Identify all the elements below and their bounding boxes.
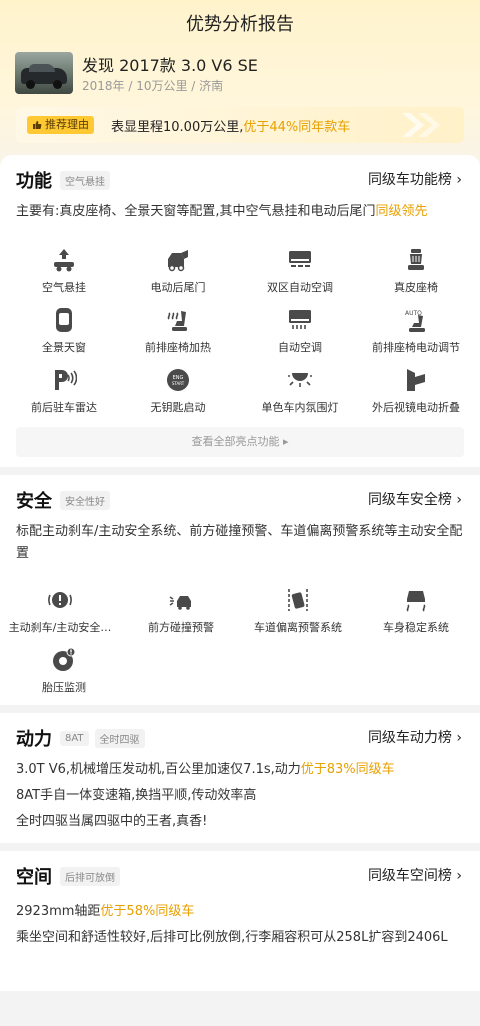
auto-ac-icon — [289, 310, 311, 329]
chevron-deco-icon — [402, 113, 440, 137]
feature-label: 主动刹车/主动安全… — [8, 621, 112, 634]
power-line-2: 8AT手自一体变速箱,换挡平顺,传动效率高 — [16, 788, 257, 803]
function-desc: 主要有:真皮座椅、全景天窗等配置,其中空气悬挂和电动后尾门同级领先 — [16, 201, 466, 223]
thumbs-up-icon — [33, 121, 42, 129]
space-rank-link[interactable]: 同级车空间榜 › — [368, 865, 462, 885]
tire-pressure-icon — [53, 647, 76, 671]
feature-active-brake[interactable]: 主动刹车/主动安全… — [0, 587, 120, 635]
seat-heating-icon — [167, 311, 187, 331]
panoramic-sunroof-icon — [56, 308, 72, 332]
leather-seat-icon — [408, 249, 424, 270]
ambient-light-icon — [288, 373, 312, 387]
reason-tag: 推荐理由 — [27, 116, 94, 134]
feature-leather-seat[interactable]: 真皮座椅 — [356, 247, 476, 295]
feature-ambient-light[interactable]: 单色车内氛围灯 — [240, 367, 360, 415]
power-line-1: 3.0T V6,机械增压发动机,百公里加速仅7.1s,动力优于83%同级车 — [16, 759, 466, 781]
safety-tag: 安全性好 — [60, 490, 110, 510]
lane-departure-icon — [288, 589, 308, 611]
feature-auto-ac[interactable]: 自动空调 — [240, 307, 360, 355]
feature-collision-warning[interactable]: 前方碰撞预警 — [121, 587, 241, 635]
power-card: 动力 8AT 全时四驱 同级车动力榜 › 3.0T V6,机械增压发动机,百公里… — [0, 713, 480, 843]
function-tag: 空气悬挂 — [60, 170, 110, 190]
car-name: 发现 2017款 3.0 V6 SE — [82, 56, 258, 75]
stability-control-icon — [406, 591, 426, 612]
reason-text-highlight: 优于44%同年款车 — [243, 120, 351, 135]
space-tag: 后排可放倒 — [60, 866, 120, 886]
power-line-3: 全时四驱当属四驱中的王者,真香! — [16, 814, 208, 829]
feature-label: 电动后尾门 — [150, 281, 206, 294]
feature-label: 胎压监测 — [42, 681, 86, 694]
power-tag-transmission: 8AT — [60, 730, 89, 746]
power-line-1-highlight: 优于83%同级车 — [300, 762, 395, 777]
active-brake-icon — [48, 592, 72, 608]
feature-dual-zone-ac[interactable]: 双区自动空调 — [240, 247, 360, 295]
space-line-1: 2923mm轴距优于58%同级车 — [16, 901, 466, 923]
feature-label: 全景天窗 — [42, 341, 86, 354]
safety-desc: 标配主动刹车/主动安全系统、前方碰撞预警、车道偏离预警系统等主动安全配置 — [16, 524, 463, 561]
safety-title: 安全 — [16, 491, 52, 512]
space-line-1-prefix: 2923mm轴距 — [16, 904, 101, 919]
keyless-start-icon: ENGSTART — [167, 369, 189, 391]
feature-label: 前排座椅加热 — [145, 341, 211, 354]
reason-text: 表显里程10.00万公里,优于44%同年款车 — [111, 116, 350, 135]
power-title: 动力 — [16, 729, 52, 750]
feature-parking-radar[interactable]: 前后驻车雷达 — [4, 367, 124, 415]
feature-keyless-start[interactable]: ENG START 无钥匙启动 — [118, 367, 238, 415]
function-card: 功能 空气悬挂 同级车功能榜 › 主要有:真皮座椅、全景天窗等配置,其中空气悬挂… — [0, 155, 480, 467]
feature-label: 前排座椅电动调节 — [372, 341, 460, 354]
feature-label: 车身稳定系统 — [383, 621, 449, 634]
safety-card: 安全 安全性好 同级车安全榜 › 标配主动刹车/主动安全系统、前方碰撞预警、车道… — [0, 475, 480, 705]
space-card: 空间 后排可放倒 同级车空间榜 › 2923mm轴距优于58%同级车 乘坐空间和… — [0, 851, 480, 991]
feature-air-suspension[interactable]: 空气悬挂 — [4, 247, 124, 295]
safety-rank-link[interactable]: 同级车安全榜 › — [368, 489, 462, 509]
power-seat-icon: AUTO — [405, 310, 425, 332]
reason-banner: 推荐理由 表显里程10.00万公里,优于44%同年款车 — [16, 107, 464, 143]
power-line-1-prefix: 3.0T V6,机械增压发动机,百公里加速仅7.1s,动力 — [16, 762, 301, 777]
feature-mirror-fold[interactable]: 外后视镜电动折叠 — [356, 367, 476, 415]
feature-label: 车道偏离预警系统 — [254, 621, 342, 634]
dual-zone-ac-icon — [289, 251, 311, 267]
power-tailgate-icon — [168, 250, 188, 272]
air-suspension-icon — [54, 249, 74, 272]
feature-lane-departure[interactable]: 车道偏离预警系统 — [238, 587, 358, 635]
parking-radar-icon — [55, 370, 77, 390]
feature-label: 无钥匙启动 — [150, 401, 206, 414]
feature-power-tailgate[interactable]: 电动后尾门 — [118, 247, 238, 295]
feature-power-seat[interactable]: AUTO 前排座椅电动调节 — [356, 307, 476, 355]
function-rank-link[interactable]: 同级车功能榜 › — [368, 169, 462, 189]
power-tag-drivetrain: 全时四驱 — [94, 728, 145, 748]
feature-stability-control[interactable]: 车身稳定系统 — [356, 587, 476, 635]
space-line-2: 乘坐空间和舒适性较好,后排可比例放倒,行李厢容积可从258L扩容到2406L — [16, 930, 448, 945]
car-meta: 2018年 / 10万公里 / 济南 — [82, 79, 224, 93]
feature-label: 自动空调 — [278, 341, 322, 354]
function-desc-prefix: 主要有:真皮座椅、全景天窗等配置,其中空气悬挂和电动后尾门 — [16, 204, 376, 219]
space-title: 空间 — [16, 867, 52, 888]
feature-label: 单色车内氛围灯 — [261, 401, 339, 414]
reason-tag-label: 推荐理由 — [45, 118, 89, 131]
feature-label: 外后视镜电动折叠 — [372, 401, 460, 414]
feature-label: 双区自动空调 — [267, 281, 333, 294]
feature-tire-pressure[interactable]: 胎压监测 — [4, 647, 124, 695]
feature-label: 真皮座椅 — [394, 281, 438, 294]
function-title: 功能 — [16, 171, 52, 192]
function-desc-highlight: 同级领先 — [375, 204, 428, 219]
view-all-features-button[interactable]: 查看全部亮点功能 ▸ — [16, 427, 464, 457]
collision-warning-icon — [169, 596, 191, 610]
mirror-fold-icon — [407, 369, 425, 391]
feature-label: 空气悬挂 — [42, 281, 86, 294]
svg-text:START: START — [172, 381, 185, 386]
feature-label: 前方碰撞预警 — [148, 621, 214, 634]
feature-label: 前后驻车雷达 — [31, 401, 97, 414]
space-line-1-highlight: 优于58%同级车 — [100, 904, 195, 919]
page-title: 优势分析报告 — [186, 14, 294, 35]
power-rank-link[interactable]: 同级车动力榜 › — [368, 727, 462, 747]
feature-panoramic-sunroof[interactable]: 全景天窗 — [4, 307, 124, 355]
reason-text-prefix: 表显里程10.00万公里, — [111, 120, 244, 135]
feature-seat-heating[interactable]: 前排座椅加热 — [118, 307, 238, 355]
car-thumbnail[interactable] — [15, 52, 73, 94]
